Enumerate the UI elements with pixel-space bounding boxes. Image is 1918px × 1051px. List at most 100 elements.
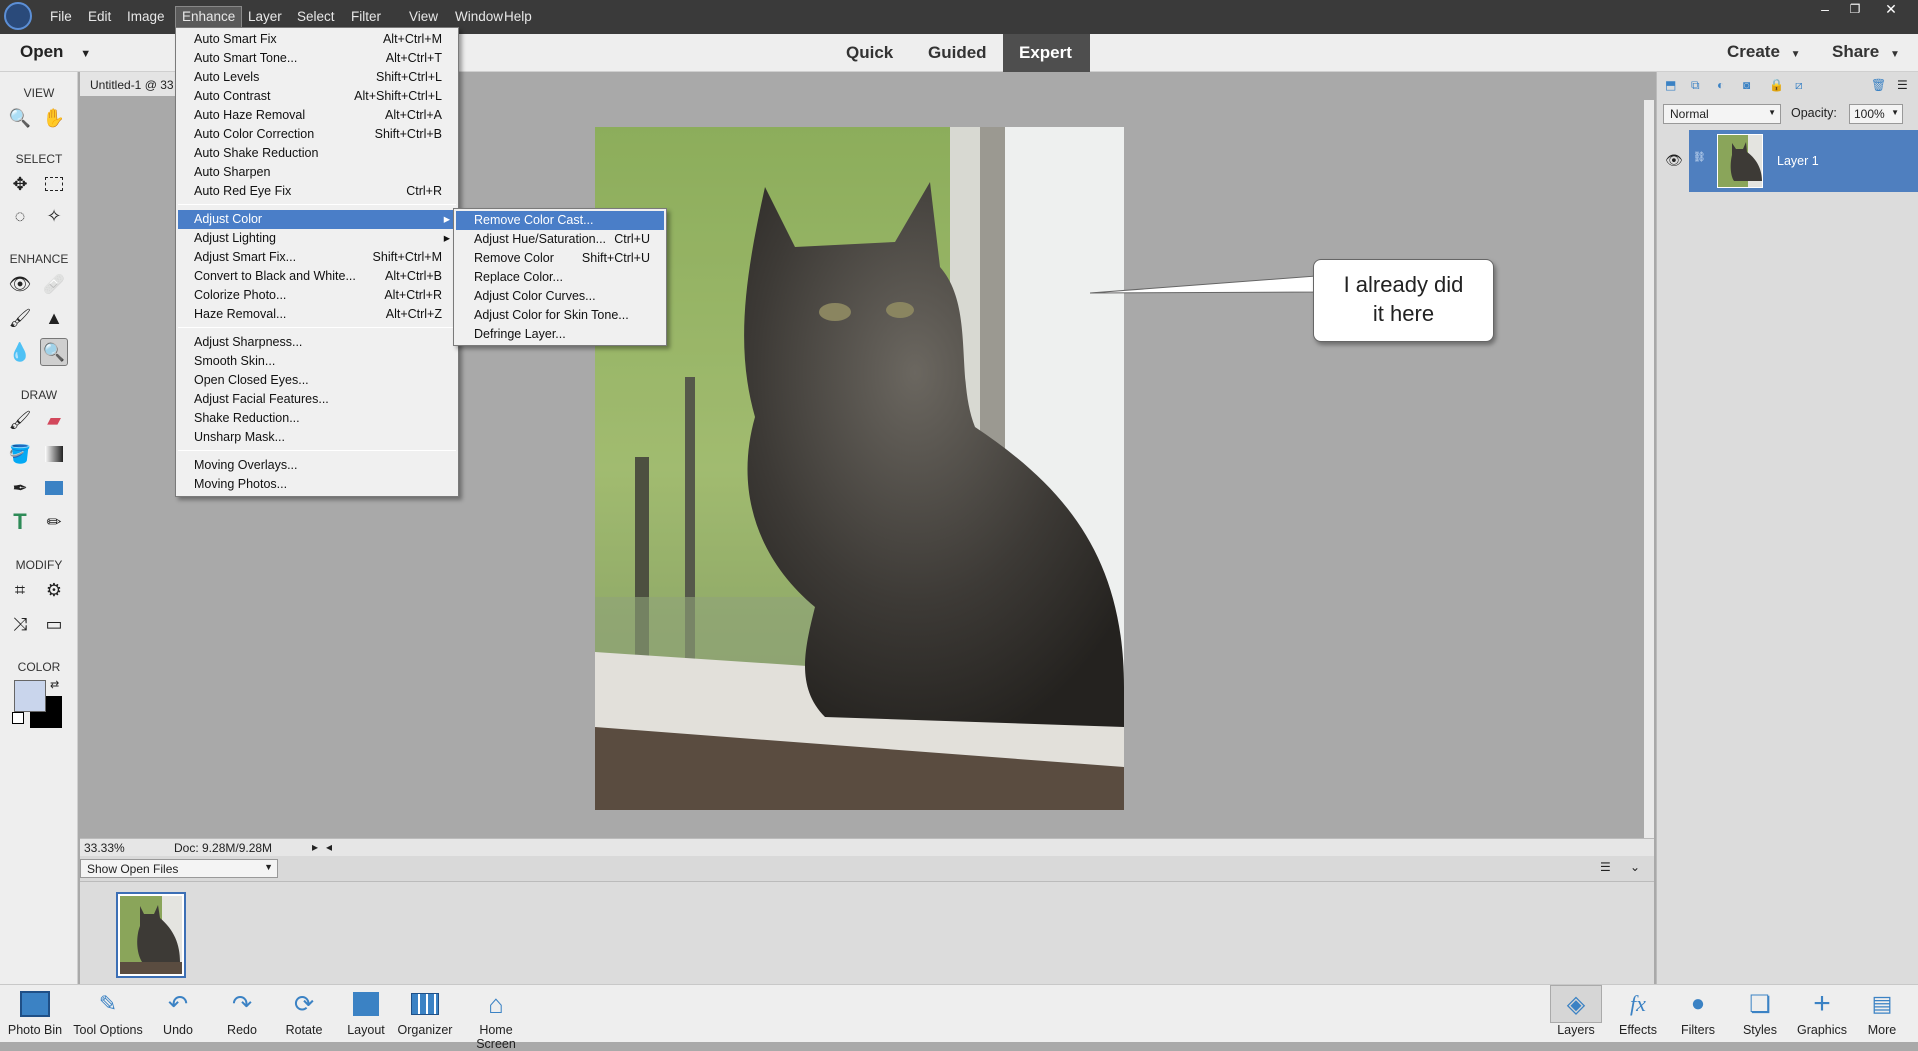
mode-guided[interactable]: Guided [912,34,1003,72]
menu-item-auto-contrast[interactable]: Auto Contrast Alt+Shift+Ctrl+L [178,87,456,106]
lasso-tool-icon[interactable]: ◌ [6,202,34,230]
styles-button[interactable]: ❏ Styles [1734,985,1786,1043]
restore-icon[interactable]: ❐ [1840,0,1870,18]
paint-bucket-tool-icon[interactable]: 🪣 [6,440,34,468]
visibility-eye-icon[interactable]: 👁 [1665,152,1683,169]
menu-item-unsharp-mask[interactable]: Unsharp Mask... [178,428,456,447]
menu-item-shake-reduction[interactable]: Shake Reduction... [178,409,456,428]
menu-item-moving-overlays[interactable]: Moving Overlays... [178,456,456,475]
menu-help[interactable]: Help [498,0,538,34]
trash-icon[interactable]: 🗑 [1871,78,1886,92]
open-button[interactable]: Open ▼ [20,42,91,62]
scroll-left-icon[interactable]: ◂ [326,840,332,854]
menu-item-adjust-color-skin-tone[interactable]: Adjust Color for Skin Tone... [456,306,664,325]
menu-item-open-closed-eyes[interactable]: Open Closed Eyes... [178,371,456,390]
menu-item-replace-color[interactable]: Replace Color... [456,268,664,287]
menu-item-convert-black-white[interactable]: Convert to Black and White... Alt+Ctrl+B [178,267,456,286]
menu-item-auto-sharpen[interactable]: Auto Sharpen [178,163,456,182]
bin-options-icon[interactable]: ☰ [1600,860,1611,874]
menu-item-smooth-skin[interactable]: Smooth Skin... [178,352,456,371]
graphics-button[interactable]: + Graphics [1794,985,1850,1043]
blend-mode-select[interactable]: Normal ▼ [1663,104,1781,124]
straighten-tool-icon[interactable]: ▭ [40,610,68,638]
undo-button[interactable]: ↶ Undo [152,985,204,1043]
menu-item-remove-color[interactable]: Remove Color Shift+Ctrl+U [456,249,664,268]
brush-tool-icon[interactable]: 🖌 [6,406,34,434]
minimize-icon[interactable]: – [1810,0,1840,18]
pencil-tool-icon[interactable]: ✏ [40,508,68,536]
menu-item-adjust-lighting[interactable]: Adjust Lighting ▸ [178,229,456,248]
adjustment-layer-icon[interactable]: ◐ [1717,78,1724,92]
zoom-tool-icon[interactable]: 🔍 [6,104,34,132]
red-eye-tool-icon[interactable]: 👁 [6,270,34,298]
layer-mask-icon[interactable]: ◙ [1743,78,1750,92]
layer-row[interactable]: ⛓ Layer 1 [1689,130,1918,192]
create-button[interactable]: Create ▼ [1727,42,1801,62]
rotate-button[interactable]: ⟳ Rotate [278,985,330,1043]
content-aware-move-tool-icon[interactable]: ⤨ [6,610,34,638]
sponge-tool-icon[interactable]: 🔍 [40,338,68,366]
blur-tool-icon[interactable]: 💧 [6,338,34,366]
menu-item-auto-shake-reduction[interactable]: Auto Shake Reduction [178,144,456,163]
menu-enhance[interactable]: Enhance [175,6,243,28]
eyedropper-tool-icon[interactable]: ✒ [6,474,34,502]
menu-item-colorize-photo[interactable]: Colorize Photo... Alt+Ctrl+R [178,286,456,305]
effects-button[interactable]: fx Effects [1612,985,1664,1043]
spot-healing-tool-icon[interactable]: 🩹 [40,270,68,298]
zoom-level[interactable]: 33.33% [84,841,125,855]
lock-transparent-icon[interactable]: ⧄ [1795,78,1803,93]
type-tool-icon[interactable]: T [6,508,34,536]
new-layer-icon[interactable]: ⬒ [1665,78,1676,92]
lock-icon[interactable]: 🔒 [1769,78,1784,92]
mode-quick[interactable]: Quick [830,34,909,72]
link-icon[interactable]: ⛓ [1693,152,1706,163]
shape-tool-icon[interactable] [40,474,68,502]
menu-item-remove-color-cast[interactable]: Remove Color Cast... [456,211,664,230]
menu-image[interactable]: Image [121,0,171,34]
menu-item-auto-haze-removal[interactable]: Auto Haze Removal Alt+Ctrl+A [178,106,456,125]
menu-item-adjust-color[interactable]: Adjust Color ▸ [178,210,456,229]
menu-item-adjust-color-curves[interactable]: Adjust Color Curves... [456,287,664,306]
move-tool-icon[interactable]: ✥ [6,170,34,198]
foreground-color-swatch[interactable] [14,680,46,712]
marquee-tool-icon[interactable] [40,170,68,198]
close-icon[interactable]: ✕ [1876,0,1906,18]
panel-menu-icon[interactable]: ☰ [1897,78,1908,92]
menu-item-auto-red-eye-fix[interactable]: Auto Red Eye Fix Ctrl+R [178,182,456,201]
smart-brush-tool-icon[interactable]: 🖌 [6,304,34,332]
menu-item-moving-photos[interactable]: Moving Photos... [178,475,456,494]
photo-bin-selector[interactable]: Show Open Files ▼ [80,859,278,878]
swap-colors-icon[interactable]: ⇄ [50,678,59,691]
photo-bin-button[interactable]: Photo Bin [4,985,66,1043]
hand-tool-icon[interactable]: ✋ [40,104,68,132]
eraser-tool-icon[interactable]: ▰ [40,406,68,434]
menu-item-auto-smart-tone[interactable]: Auto Smart Tone... Alt+Ctrl+T [178,49,456,68]
more-button[interactable]: ▤ More [1856,985,1908,1043]
menu-item-defringe-layer[interactable]: Defringe Layer... [456,325,664,344]
new-group-icon[interactable]: ⧉ [1691,78,1700,93]
opacity-field[interactable]: 100% ▼ [1849,104,1903,124]
crop-tool-icon[interactable]: ⌗ [6,576,34,604]
chevron-right-icon[interactable]: ▸ [312,840,318,854]
open-file-thumbnail[interactable] [116,892,186,978]
menu-item-adjust-facial-features[interactable]: Adjust Facial Features... [178,390,456,409]
menu-edit[interactable]: Edit [82,0,117,34]
menu-item-adjust-sharpness[interactable]: Adjust Sharpness... [178,333,456,352]
menu-item-auto-levels[interactable]: Auto Levels Shift+Ctrl+L [178,68,456,87]
menu-item-adjust-hue-saturation[interactable]: Adjust Hue/Saturation... Ctrl+U [456,230,664,249]
gradient-tool-icon[interactable] [40,440,68,468]
share-button[interactable]: Share ▼ [1832,42,1900,62]
layers-button[interactable]: ◈ Layers [1550,985,1602,1043]
clone-stamp-tool-icon[interactable]: ▲ [40,304,68,332]
magic-wand-tool-icon[interactable]: ✧ [40,202,68,230]
tool-options-button[interactable]: ✎ Tool Options [70,985,146,1043]
document-tab[interactable]: Untitled-1 @ 33 [80,72,180,96]
menu-item-haze-removal[interactable]: Haze Removal... Alt+Ctrl+Z [178,305,456,324]
collapse-bin-icon[interactable]: ⌄ [1630,860,1640,874]
menu-item-auto-smart-fix[interactable]: Auto Smart Fix Alt+Ctrl+M [178,30,456,49]
home-screen-button[interactable]: ⌂ Home Screen [458,985,534,1051]
mode-expert[interactable]: Expert [1003,34,1090,72]
redo-button[interactable]: ↷ Redo [216,985,268,1043]
menu-file[interactable]: File [44,0,78,34]
menu-item-adjust-smart-fix[interactable]: Adjust Smart Fix... Shift+Ctrl+M [178,248,456,267]
